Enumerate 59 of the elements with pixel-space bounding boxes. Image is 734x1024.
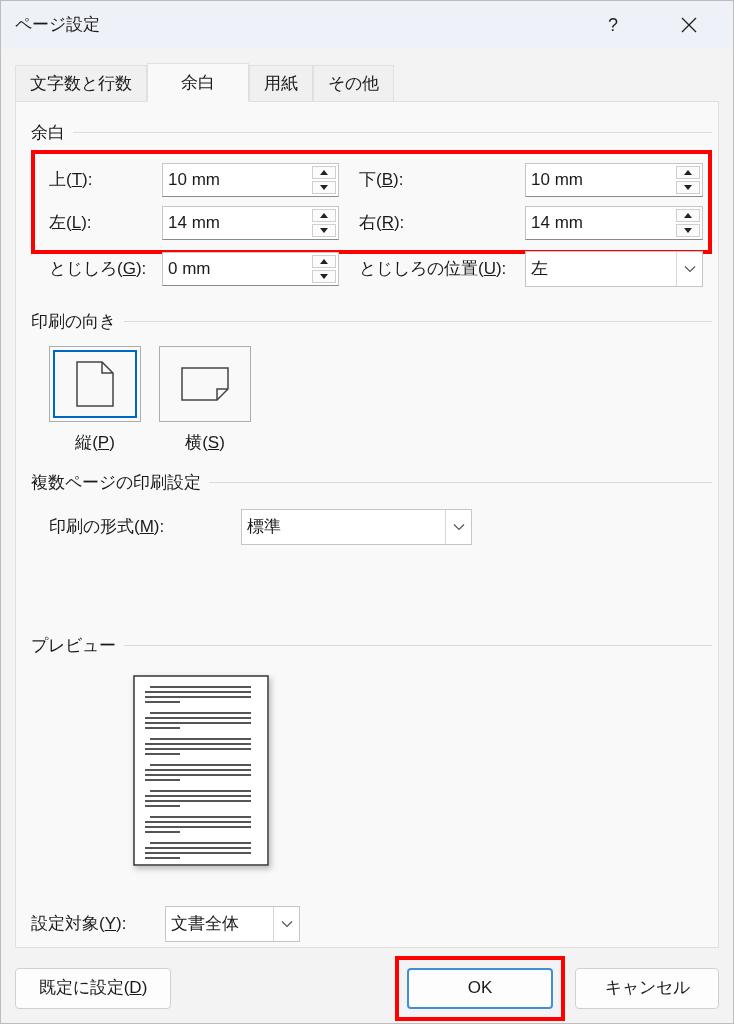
up-triangle-icon	[320, 169, 328, 175]
tab[interactable]: 文字数と行数	[15, 65, 147, 101]
down-triangle-icon	[320, 184, 328, 190]
field-label: 左(L):	[49, 211, 93, 234]
tab[interactable]: 余白	[147, 63, 249, 102]
orientation-option[interactable]	[49, 346, 141, 422]
field-label: とじしろの位置(U):	[359, 257, 508, 280]
tab[interactable]: 用紙	[249, 65, 313, 101]
spin-up-button[interactable]	[676, 165, 700, 179]
spin-down-button[interactable]	[312, 180, 336, 194]
orientation-label: 横(S)	[185, 432, 225, 454]
section-heading: 余白	[31, 122, 65, 144]
ok-button[interactable]: OK	[407, 967, 553, 1009]
spin-field[interactable]: 14 mm	[162, 205, 339, 240]
spin-down-button[interactable]	[312, 223, 336, 237]
dropdown[interactable]: 文書全体	[165, 905, 300, 942]
spin-down-button[interactable]	[676, 223, 700, 237]
portrait-page-icon	[76, 361, 114, 407]
up-triangle-icon	[320, 212, 328, 218]
spin-up-button[interactable]	[312, 165, 336, 179]
down-triangle-icon	[320, 227, 328, 233]
help-button[interactable]: ?	[593, 5, 633, 45]
field-label: 右(R):	[359, 211, 406, 234]
close-icon	[681, 17, 697, 33]
section-heading: 印刷の向き	[31, 310, 116, 333]
up-triangle-icon	[320, 258, 328, 264]
field-label: 下(B):	[359, 168, 405, 191]
spin-down-button[interactable]	[312, 269, 336, 283]
field-label: 印刷の形式(M):	[49, 516, 166, 539]
tab[interactable]: その他	[313, 65, 394, 101]
chevron-down-icon	[683, 264, 696, 273]
orientation-option[interactable]	[159, 346, 251, 422]
section-heading: プレビュー	[31, 635, 116, 657]
down-triangle-icon	[684, 184, 692, 190]
spin-down-button[interactable]	[676, 180, 700, 194]
up-triangle-icon	[684, 169, 692, 175]
dropdown[interactable]: 標準	[241, 509, 472, 545]
field-label: 設定対象(Y):	[31, 912, 128, 935]
spin-up-button[interactable]	[676, 208, 700, 222]
spin-field[interactable]: 10 mm	[162, 162, 339, 197]
up-triangle-icon	[684, 212, 692, 218]
window-title: ページ設定	[15, 14, 101, 37]
down-triangle-icon	[320, 273, 328, 279]
spin-field[interactable]: 10 mm	[525, 162, 703, 197]
chevron-down-icon	[280, 919, 293, 928]
spin-up-button[interactable]	[312, 254, 336, 268]
field-label: 上(T):	[49, 168, 94, 191]
dropdown[interactable]: 左	[525, 250, 703, 287]
landscape-page-icon	[181, 367, 229, 401]
set-default-button[interactable]: 既定に設定(D)	[15, 967, 171, 1009]
cancel-button[interactable]: キャンセル	[575, 967, 719, 1009]
spin-up-button[interactable]	[312, 208, 336, 222]
spin-field[interactable]: 14 mm	[525, 205, 703, 240]
section-heading: 複数ページの印刷設定	[31, 471, 201, 494]
chevron-down-icon	[452, 523, 465, 531]
spin-field[interactable]: 0 mm	[162, 251, 339, 286]
orientation-label: 縦(P)	[75, 432, 115, 454]
down-triangle-icon	[684, 227, 692, 233]
field-label: とじしろ(G):	[49, 257, 148, 280]
